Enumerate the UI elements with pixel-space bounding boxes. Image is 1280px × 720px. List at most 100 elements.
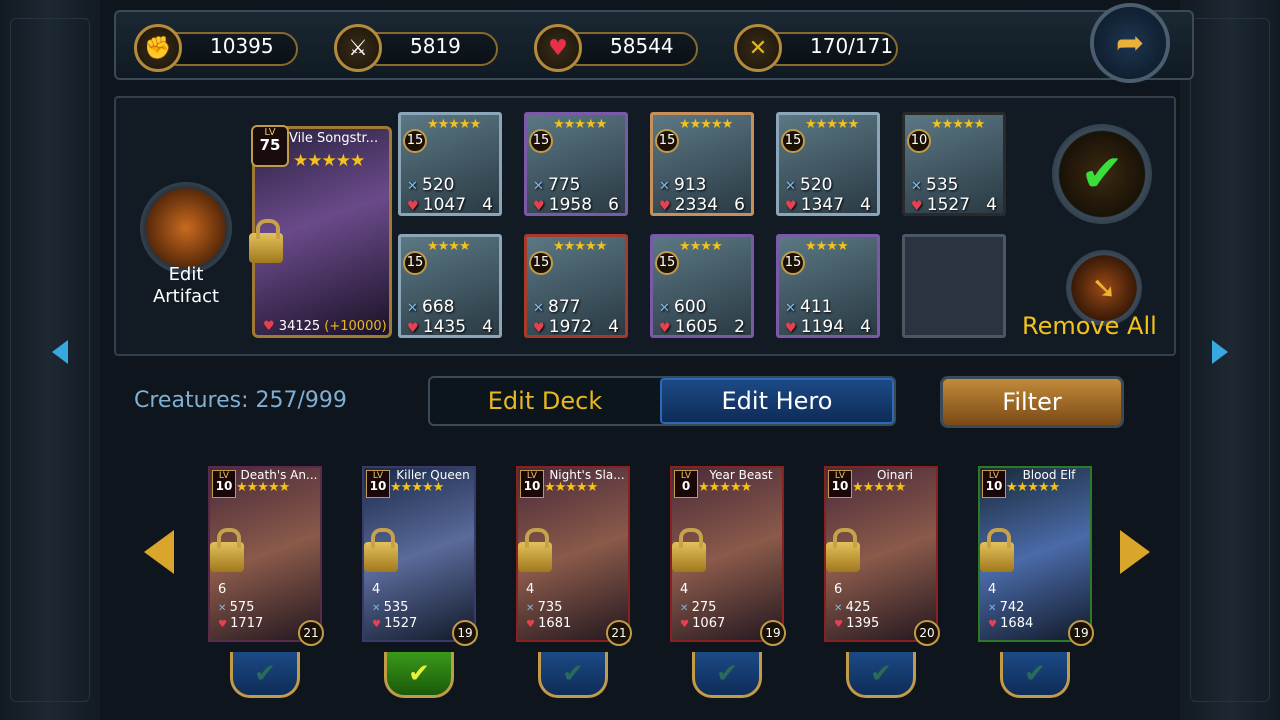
confirm-button[interactable]: ✔: [1052, 124, 1152, 224]
stat-value: 10395: [210, 34, 274, 58]
card-level: LV 10: [212, 470, 236, 498]
card-stars: ★★★★★: [852, 480, 906, 495]
weapon-stat: ⚔ 5819: [334, 24, 520, 72]
select-card-checkbox[interactable]: ✔: [692, 652, 762, 698]
card-attack: 575: [218, 600, 255, 615]
deck-creature-slot[interactable]: ★★★★ 15 668 1435 4: [398, 234, 502, 338]
creature-stars: ★★★★★: [553, 117, 607, 132]
right-side-panel: [1178, 0, 1280, 720]
card-hp: 1067: [680, 616, 725, 631]
card-cost: 4: [988, 582, 997, 597]
card-attack: 742: [988, 600, 1025, 615]
edit-tabs: Edit Deck Edit Hero: [428, 376, 896, 426]
creature-card[interactable]: LV10 Blood Elf ★★★★★ 4 742 1684 19: [978, 466, 1094, 646]
tab-edit-hero[interactable]: Edit Hero: [660, 378, 894, 424]
card-attack: 535: [372, 600, 409, 615]
creature-attack: 877: [533, 297, 580, 317]
deck-creature-slot[interactable]: ★★★★★ 15 520 1047 4: [398, 112, 502, 216]
lock-icon: [672, 528, 706, 572]
fist-icon: ✊: [134, 24, 182, 72]
creature-cost: 6: [734, 195, 745, 215]
creature-hp: 1047: [407, 195, 466, 215]
deck-creature-slot[interactable]: ★★★★★ 10 535 1527 4: [902, 112, 1006, 216]
edit-artifact-label[interactable]: Edit Artifact: [136, 264, 236, 308]
creature-cost: 2: [734, 317, 745, 337]
scroll-right-arrow-icon[interactable]: [1120, 530, 1150, 574]
creature-cost: 4: [482, 195, 493, 215]
card-attack: 425: [834, 600, 871, 615]
stat-value: 170/171: [810, 34, 894, 58]
creature-attack: 775: [533, 175, 580, 195]
card-hp: 1681: [526, 616, 571, 631]
checkmark-icon: ✔: [1024, 658, 1046, 689]
creature-card[interactable]: LV10 Oinari ★★★★★ 6 425 1395 20: [824, 466, 940, 646]
deck-creature-slot[interactable]: ★★★★ 15 600 1605 2: [650, 234, 754, 338]
select-card-checkbox[interactable]: ✔: [538, 652, 608, 698]
creature-attack: 913: [659, 175, 706, 195]
creature-level: 15: [529, 129, 553, 153]
hero-card[interactable]: LV 75 Vile Songstr... ★★★★★ ♥ 34125 (+100…: [249, 125, 392, 338]
next-page-arrow-icon[interactable]: [1212, 340, 1228, 364]
card-level: LV 10: [366, 470, 390, 498]
select-card-checkbox[interactable]: ✔: [846, 652, 916, 698]
creature-hp: 1958: [533, 195, 592, 215]
left-side-panel: [0, 0, 102, 720]
checkmark-icon: ✔: [716, 658, 738, 689]
checkmark-icon: ✔: [1080, 144, 1124, 204]
card-stars: ★★★★★: [1006, 480, 1060, 495]
card-rank-badge: 19: [760, 620, 786, 646]
creature-card[interactable]: LV10 Killer Queen ★★★★★ 4 535 1527 19: [362, 466, 478, 646]
creature-card[interactable]: LV10 Night's Sla... ★★★★★ 4 735 1681 21: [516, 466, 632, 646]
main-panel: ✊ 10395 ⚔ 5819 ♥ 58544 ✕ 170/171 ➦ Edit …: [100, 0, 1194, 720]
deck-creature-slot[interactable]: ★★★★ 15 411 1194 4: [776, 234, 880, 338]
back-button[interactable]: ➦: [1090, 3, 1170, 83]
creature-level: 15: [781, 251, 805, 275]
tab-edit-deck[interactable]: Edit Deck: [430, 378, 660, 424]
creature-hp: 1347: [785, 195, 844, 215]
prev-page-arrow-icon[interactable]: [52, 340, 68, 364]
card-cost: 4: [680, 582, 689, 597]
creature-hp: 1527: [911, 195, 970, 215]
creature-level: 15: [655, 251, 679, 275]
card-cost: 4: [526, 582, 535, 597]
checkmark-icon: ✔: [562, 658, 584, 689]
stat-value: 5819: [410, 34, 461, 58]
card-hp: 1395: [834, 616, 879, 631]
select-card-checkbox[interactable]: ✔: [1000, 652, 1070, 698]
empty-deck-slot[interactable]: [902, 234, 1006, 338]
card-cost: 4: [372, 582, 381, 597]
creature-level: 10: [907, 129, 931, 153]
select-card-checkbox[interactable]: ✔: [384, 652, 454, 698]
deck-creature-slot[interactable]: ★★★★★ 15 775 1958 6: [524, 112, 628, 216]
edit-artifact-button[interactable]: [140, 182, 232, 274]
deck-creature-slot[interactable]: ★★★★★ 15 913 2334 6: [650, 112, 754, 216]
filter-button[interactable]: Filter: [940, 376, 1124, 428]
card-cost: 6: [834, 582, 843, 597]
card-level: LV 10: [982, 470, 1006, 498]
axe-icon: ⚔: [334, 24, 382, 72]
remove-all-label[interactable]: Remove All: [1022, 312, 1157, 340]
side-frame: [1190, 18, 1270, 702]
creature-card[interactable]: LV10 Death's An... ★★★★★ 6 575 1717 21: [208, 466, 324, 646]
creature-browser: Creatures: 257/999 Edit Deck Edit Hero F…: [114, 370, 1176, 710]
lock-icon: [518, 528, 552, 572]
creature-attack: 600: [659, 297, 706, 317]
heart-icon: ♥: [534, 24, 582, 72]
heart-icon: ♥: [263, 319, 275, 334]
select-card-checkbox[interactable]: ✔: [230, 652, 300, 698]
creature-card[interactable]: LV0 Year Beast ★★★★★ 4 275 1067 19: [670, 466, 786, 646]
creature-stars: ★★★★: [427, 239, 471, 254]
creature-attack: 668: [407, 297, 454, 317]
deck-panel: Edit Artifact LV 75 Vile Songstr... ★★★★★…: [114, 96, 1176, 356]
checkmark-icon: ✔: [254, 658, 276, 689]
creature-stars: ★★★★: [679, 239, 723, 254]
deck-creature-slot[interactable]: ★★★★★ 15 520 1347 4: [776, 112, 880, 216]
side-frame: [10, 18, 90, 702]
creature-level: 15: [781, 129, 805, 153]
creature-hp: 1605: [659, 317, 718, 337]
creature-hp: 1194: [785, 317, 844, 337]
card-stars: ★★★★★: [544, 480, 598, 495]
scroll-left-arrow-icon[interactable]: [144, 530, 174, 574]
hero-stars: ★★★★★: [293, 151, 365, 171]
deck-creature-slot[interactable]: ★★★★★ 15 877 1972 4: [524, 234, 628, 338]
